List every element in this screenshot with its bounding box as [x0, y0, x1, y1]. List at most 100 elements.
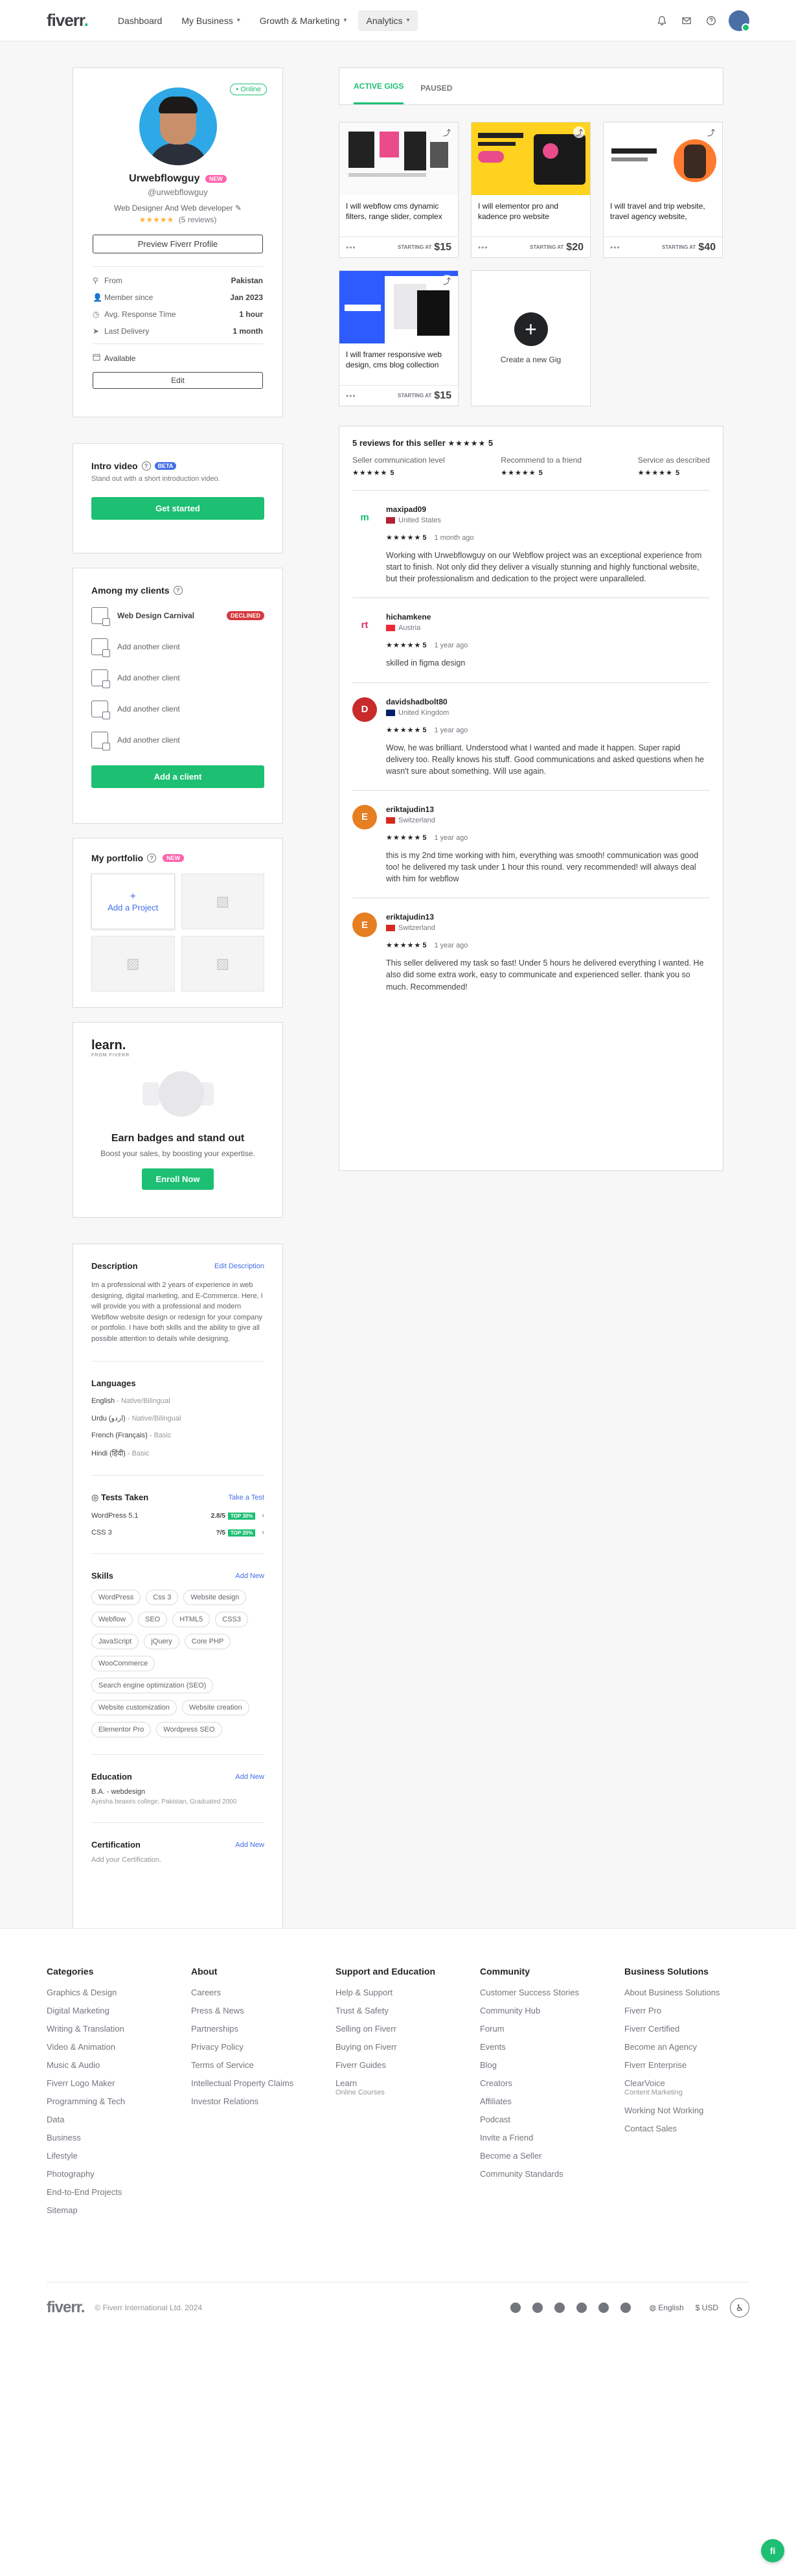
footer-link[interactable]: Partnerships — [191, 2025, 335, 2033]
create-gig-button[interactable]: + Create a new Gig — [471, 270, 591, 406]
language-selector[interactable]: ◍ English — [649, 2303, 683, 2312]
client-item[interactable]: Add another client — [91, 669, 264, 688]
gig-card[interactable]: ⤴ I will travel and trip website, travel… — [603, 122, 723, 258]
footer-link[interactable]: Photography — [47, 2170, 191, 2178]
skill-tag[interactable]: Website creation — [181, 1700, 249, 1715]
gig-title[interactable]: I will elementor pro and kadence pro web… — [472, 195, 590, 227]
footer-link[interactable]: Graphics & Design — [47, 1988, 191, 1997]
footer-link[interactable]: Writing & Translation — [47, 2025, 191, 2033]
reviewer-name[interactable]: maxipad09 — [386, 505, 710, 514]
add-education-link[interactable]: Add New — [235, 1773, 264, 1781]
footer-link[interactable]: Help & Support — [335, 1988, 480, 1997]
footer-link[interactable]: Trust & Safety — [335, 2006, 480, 2015]
instagram-icon[interactable] — [532, 2303, 543, 2313]
add-client-button[interactable]: Add a client — [91, 765, 264, 788]
skill-tag[interactable]: JavaScript — [91, 1634, 139, 1649]
footer-link[interactable]: Customer Success Stories — [480, 1988, 624, 1997]
gig-card[interactable]: ⤴ I will webflow cms dynamic filters, ra… — [339, 122, 459, 258]
footer-link[interactable]: Lifestyle — [47, 2152, 191, 2160]
pencil-icon[interactable]: ✎ — [235, 203, 242, 213]
gig-thumbnail[interactable]: ⤴ — [339, 122, 458, 195]
footer-link[interactable]: ClearVoice Content Marketing — [624, 2079, 769, 2096]
reviewer-name[interactable]: eriktajudin13 — [386, 912, 710, 922]
more-options-icon[interactable]: ••• — [346, 391, 356, 400]
footer-link[interactable]: Press & News — [191, 2006, 335, 2015]
footer-link[interactable]: Digital Marketing — [47, 2006, 191, 2015]
question-icon[interactable]: ? — [173, 586, 183, 595]
edit-availability-button[interactable]: Edit — [93, 372, 263, 389]
profile-tagline-row[interactable]: Web Designer And Web developer ✎ — [93, 203, 263, 213]
footer-link[interactable]: Learn Online Courses — [335, 2079, 480, 2096]
get-started-button[interactable]: Get started — [91, 497, 264, 520]
gig-thumbnail[interactable]: ⤴ — [472, 122, 590, 195]
gig-title[interactable]: I will framer responsive web design, cms… — [339, 343, 458, 376]
skill-tag[interactable]: SEO — [137, 1612, 168, 1627]
footer-link[interactable]: Privacy Policy — [191, 2043, 335, 2051]
add-certification-link[interactable]: Add New — [235, 1841, 264, 1849]
client-item[interactable]: Add another client — [91, 638, 264, 657]
question-icon[interactable]: ? — [141, 461, 151, 470]
footer-link[interactable]: Video & Animation — [47, 2043, 191, 2051]
enroll-now-button[interactable]: Enroll Now — [141, 1168, 214, 1190]
fiverr-logo[interactable]: fiverr. — [47, 10, 89, 30]
footer-link[interactable]: Contact Sales — [624, 2124, 769, 2133]
chat-button[interactable]: fi — [761, 2539, 784, 2562]
tab-paused[interactable]: PAUSED — [420, 84, 452, 104]
nav-dashboard[interactable]: Dashboard — [110, 10, 170, 31]
edit-description-link[interactable]: Edit Description — [214, 1262, 264, 1270]
profile-avatar[interactable] — [139, 87, 217, 165]
footer-link[interactable]: Forum — [480, 2025, 624, 2033]
footer-link[interactable]: Terms of Service — [191, 2061, 335, 2069]
share-icon[interactable]: ⤴ — [441, 275, 453, 286]
footer-logo[interactable]: fiverr. — [47, 2299, 85, 2317]
x-icon[interactable] — [620, 2303, 631, 2313]
pinterest-icon[interactable] — [598, 2303, 609, 2313]
share-icon[interactable]: ⤴ — [705, 126, 717, 138]
nav-my-business[interactable]: My Business ▾ — [174, 10, 247, 31]
footer-link[interactable]: Community Hub — [480, 2006, 624, 2015]
reviewer-name[interactable]: hichamkene — [386, 612, 468, 621]
gig-title[interactable]: I will webflow cms dynamic filters, rang… — [339, 195, 458, 227]
reviewer-avatar[interactable]: D — [352, 697, 377, 722]
footer-link[interactable]: Events — [480, 2043, 624, 2051]
footer-link[interactable]: Creators — [480, 2079, 624, 2087]
skill-tag[interactable]: WordPress — [91, 1590, 141, 1605]
tiktok-icon[interactable] — [510, 2303, 521, 2313]
take-test-link[interactable]: Take a Test — [229, 1494, 264, 1502]
footer-link[interactable]: Community Standards — [480, 2170, 624, 2178]
nav-analytics[interactable]: Analytics ▾ — [358, 10, 418, 31]
skill-tag[interactable]: Website design — [183, 1590, 247, 1605]
footer-link[interactable]: Become an Agency — [624, 2043, 769, 2051]
footer-link[interactable]: Data — [47, 2115, 191, 2124]
footer-link[interactable]: Programming & Tech — [47, 2097, 191, 2106]
footer-link[interactable]: Affiliates — [480, 2097, 624, 2106]
footer-link[interactable]: Music & Audio — [47, 2061, 191, 2069]
gig-card[interactable]: ⤴ I will framer responsive web design, c… — [339, 270, 459, 406]
gig-thumbnail[interactable]: ⤴ — [339, 271, 458, 343]
footer-link[interactable]: Investor Relations — [191, 2097, 335, 2106]
footer-link[interactable]: Blog — [480, 2061, 624, 2069]
footer-link[interactable]: Fiverr Enterprise — [624, 2061, 769, 2069]
reviewer-avatar[interactable]: rt — [352, 612, 377, 638]
skill-tag[interactable]: jQuery — [144, 1634, 179, 1649]
skill-tag[interactable]: CSS3 — [215, 1612, 249, 1627]
footer-link[interactable]: Fiverr Pro — [624, 2006, 769, 2015]
more-options-icon[interactable]: ••• — [478, 243, 488, 252]
footer-link[interactable]: About Business Solutions — [624, 1988, 769, 1997]
nav-growth-marketing[interactable]: Growth & Marketing ▾ — [252, 10, 355, 31]
footer-link[interactable]: Podcast — [480, 2115, 624, 2124]
share-icon[interactable]: ⤴ — [573, 126, 585, 138]
skill-tag[interactable]: Search engine optimization (SEO) — [91, 1678, 214, 1693]
add-project-button[interactable]: + Add a Project — [91, 874, 175, 929]
footer-link[interactable]: Fiverr Certified — [624, 2025, 769, 2033]
question-icon[interactable]: ? — [147, 853, 157, 863]
currency-selector[interactable]: $ USD — [696, 2303, 718, 2312]
footer-link[interactable]: Selling on Fiverr — [335, 2025, 480, 2033]
more-options-icon[interactable]: ••• — [346, 243, 356, 252]
skill-tag[interactable]: WooCommerce — [91, 1656, 155, 1671]
linkedin-icon[interactable] — [554, 2303, 565, 2313]
footer-link[interactable]: Invite a Friend — [480, 2133, 624, 2142]
tab-active-gigs[interactable]: ACTIVE GIGS — [354, 82, 404, 104]
more-options-icon[interactable]: ••• — [610, 243, 620, 252]
footer-link[interactable]: Sitemap — [47, 2206, 191, 2214]
